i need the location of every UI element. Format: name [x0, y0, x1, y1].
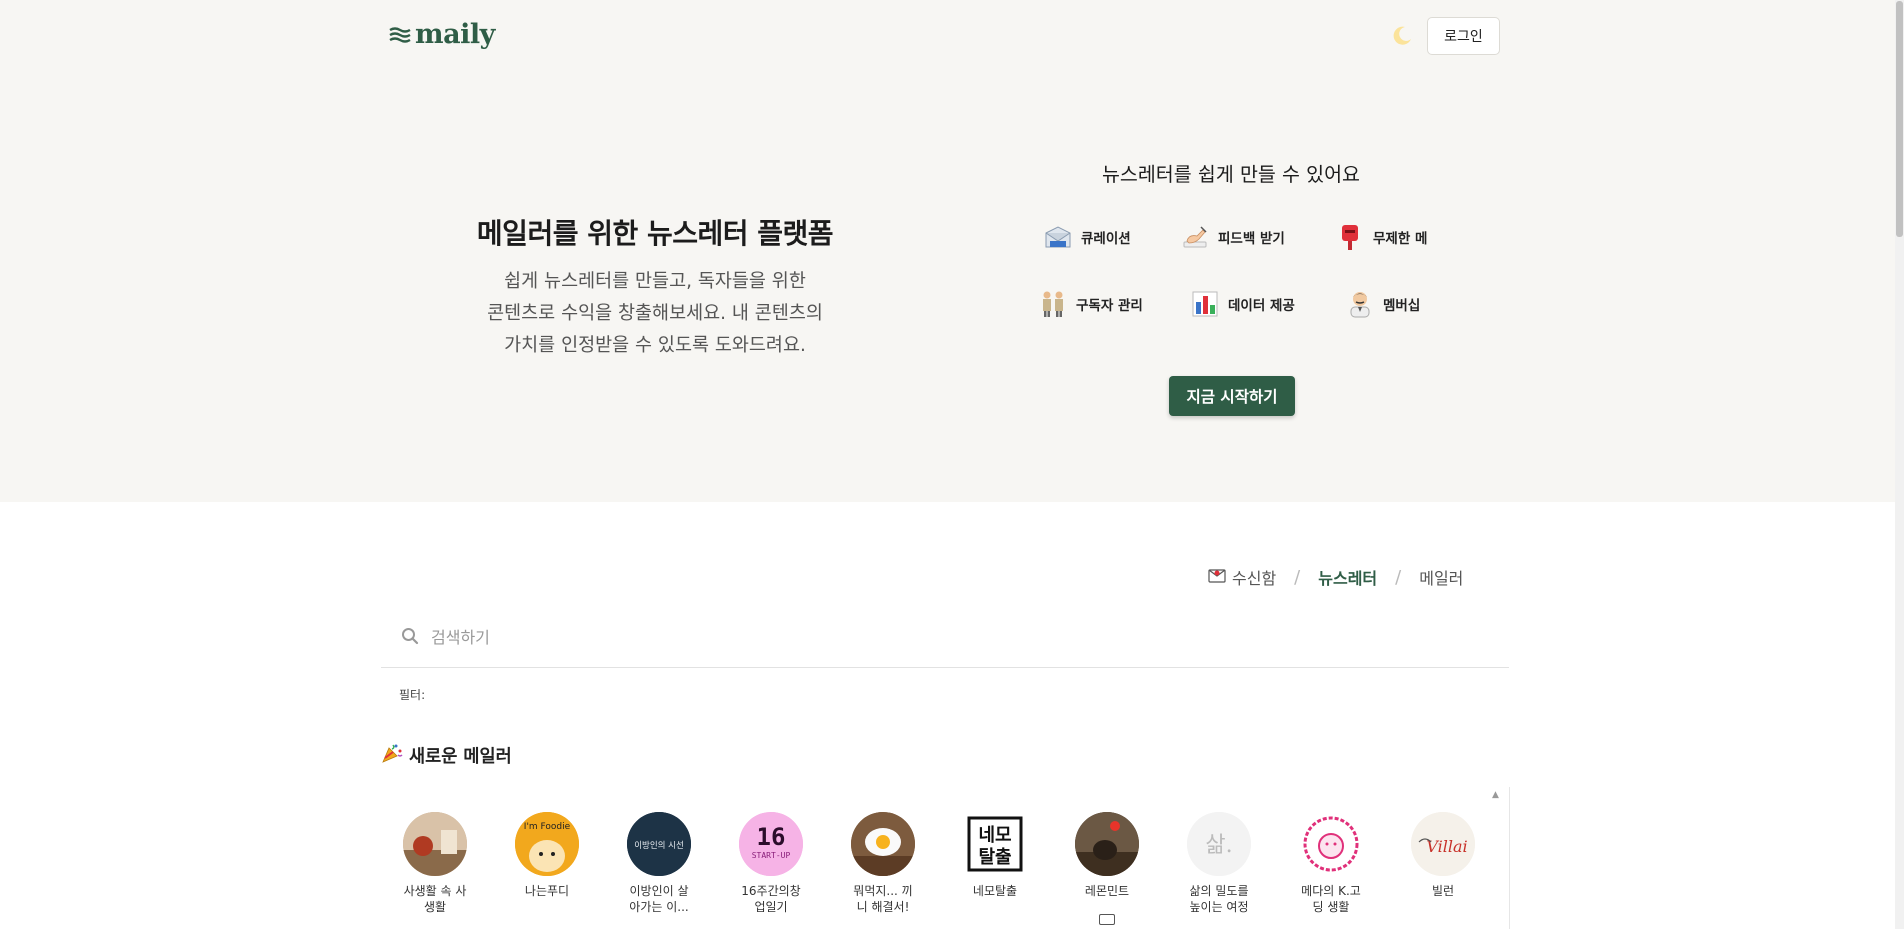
mailer-name: 뭐먹지... 끼 니 해결서!	[853, 884, 913, 914]
mailer-name: 삶의 밀도를 높이는 여정	[1189, 884, 1249, 914]
feature-label: 구독자 관리	[1076, 298, 1143, 314]
feature-feedback: 피드백 받기	[1180, 222, 1285, 252]
writing-hand-icon	[1180, 222, 1210, 252]
filter-label: 필터:	[399, 688, 426, 702]
avatar-text: 16	[757, 823, 786, 851]
tab-label: 뉴스레터	[1318, 569, 1378, 588]
tab-divider: /	[1294, 566, 1301, 588]
mailer-name: 나는푸디	[524, 884, 570, 898]
mailer-avatar	[403, 812, 467, 876]
search-icon	[401, 627, 419, 649]
mailer-card[interactable]: 16 START-UP 16주간의창 업일기	[731, 812, 811, 915]
postbox-icon	[1335, 222, 1365, 252]
avatar-text: I'm Foodie	[524, 822, 571, 832]
bar-chart-icon	[1190, 289, 1220, 319]
people-icon	[1038, 289, 1068, 319]
hero-title: 메일러를 위한 뉴스레터 플랫폼	[476, 217, 834, 250]
mailer-name: 이방인이 살 아가는 이...	[629, 884, 689, 914]
mailer-avatar: I'm Foodie	[515, 812, 579, 876]
avatar-text: START-UP	[752, 851, 791, 860]
mailer-avatar: 네모 탈출	[963, 812, 1027, 876]
mailer-card[interactable]: 삶. 삶의 밀도를 높이는 여정	[1179, 812, 1259, 915]
feature-label: 데이터 제공	[1228, 298, 1295, 314]
moon-icon	[1393, 26, 1411, 45]
inbox-icon	[1208, 566, 1226, 588]
tab-divider: /	[1395, 566, 1402, 588]
maily-logo[interactable]: maily	[389, 19, 495, 50]
mailer-card[interactable]: I'm Foodie 나는푸디	[507, 812, 587, 899]
mailer-name: 16주간의창 업일기	[741, 884, 801, 914]
feature-data: 데이터 제공	[1190, 289, 1295, 319]
mailer-avatar	[1299, 812, 1363, 876]
new-mailers-heading: 새로운 메일러	[381, 742, 512, 769]
mailer-avatar: 16 START-UP	[739, 812, 803, 876]
feature-subscribers: 구독자 관리	[1038, 289, 1143, 319]
login-button[interactable]: 로그인	[1427, 17, 1500, 55]
mailer-avatar: 이방인의 시선	[627, 812, 691, 876]
mailer-name: 빌런	[1431, 884, 1455, 898]
mailer-card[interactable]: 이방인의 시선 이방인이 살 아가는 이...	[619, 812, 699, 915]
hero-desc-line: 쉽게 뉴스레터를 만들고, 독자들을 위한	[504, 271, 806, 292]
tab-newsletter[interactable]: 뉴스레터	[1318, 565, 1377, 589]
avatar-text: 네모	[978, 825, 1011, 846]
feature-membership: 멤버십	[1345, 289, 1420, 319]
hero-desc-line: 가치를 인정받을 수 있도록 도와드려요.	[504, 335, 806, 356]
mailer-avatar: Villai	[1411, 812, 1475, 876]
mailer-card[interactable]: 메다의 K.고 딩 생활	[1291, 812, 1371, 915]
features-title: 뉴스레터를 쉽게 만들 수 있어요	[1101, 163, 1360, 186]
mailer-name: 메다의 K.고 딩 생활	[1301, 884, 1361, 914]
logo-text: maily	[415, 19, 495, 50]
view-tabs: 수신함 / 뉴스레터 / 메일러	[1208, 565, 1463, 589]
mailer-card[interactable]: 사생활 속 사 생활	[395, 812, 475, 915]
party-popper-icon	[381, 742, 403, 769]
hero-section: 메일러를 위한 뉴스레터 플랫폼 쉽게 뉴스레터를 만들고, 독자들을 위한 콘…	[0, 74, 1895, 502]
page-scrollbar[interactable]	[1895, 0, 1904, 929]
feature-label: 무제한 메	[1373, 231, 1428, 247]
mailer-avatar: 삶.	[1187, 812, 1251, 876]
feature-unlimited: 무제한 메	[1335, 222, 1427, 252]
section-title: 새로운 메일러	[409, 747, 512, 767]
feature-label: 멤버십	[1383, 298, 1421, 314]
avatar-text: 이방인의 시선	[634, 840, 684, 851]
tab-label: 메일러	[1419, 569, 1464, 588]
mailer-card[interactable]: Villai 빌런	[1403, 812, 1483, 899]
logo-waves-icon	[389, 26, 411, 43]
tab-label: 수신함	[1232, 569, 1277, 588]
avatar-text: 탈출	[978, 847, 1011, 868]
mailer-avatar	[1075, 812, 1139, 876]
search-bar	[381, 608, 1509, 668]
search-input[interactable]	[431, 628, 1231, 647]
envelope-icon	[1043, 222, 1073, 252]
keyboard-icon	[1099, 914, 1115, 925]
mailer-name: 네모탈출	[972, 884, 1018, 898]
mailer-name: 사생활 속 사 생활	[403, 884, 467, 914]
mailer-card[interactable]: 레몬민트	[1067, 812, 1147, 899]
scrollbar-thumb[interactable]	[1896, 1, 1903, 237]
person-icon	[1345, 289, 1375, 319]
start-now-button[interactable]: 지금 시작하기	[1169, 376, 1295, 416]
mailer-card[interactable]: 네모 탈출 네모탈출	[955, 812, 1035, 899]
feature-curation: 큐레이션	[1043, 222, 1131, 252]
mailer-card[interactable]: 뭐먹지... 끼 니 해결서!	[843, 812, 923, 915]
mailer-name: 레몬민트	[1084, 884, 1130, 898]
scroll-up-arrow-icon[interactable]: ▲	[1492, 790, 1499, 800]
avatar-text: Villai	[1426, 837, 1467, 856]
tab-mailer[interactable]: 메일러	[1419, 565, 1463, 589]
top-header: maily 로그인	[0, 0, 1895, 74]
dark-mode-toggle[interactable]	[1390, 24, 1414, 48]
mailer-avatar	[851, 812, 915, 876]
hero-desc-line: 콘텐츠로 수익을 창출해보세요. 내 콘텐츠의	[487, 303, 823, 324]
avatar-text: 삶.	[1205, 833, 1232, 858]
tab-inbox[interactable]: 수신함	[1208, 565, 1276, 589]
hero-description: 쉽게 뉴스레터를 만들고, 독자들을 위한 콘텐츠로 수익을 창출해보세요. 내…	[455, 266, 855, 362]
feature-label: 큐레이션	[1081, 231, 1131, 247]
feature-label: 피드백 받기	[1218, 231, 1285, 247]
